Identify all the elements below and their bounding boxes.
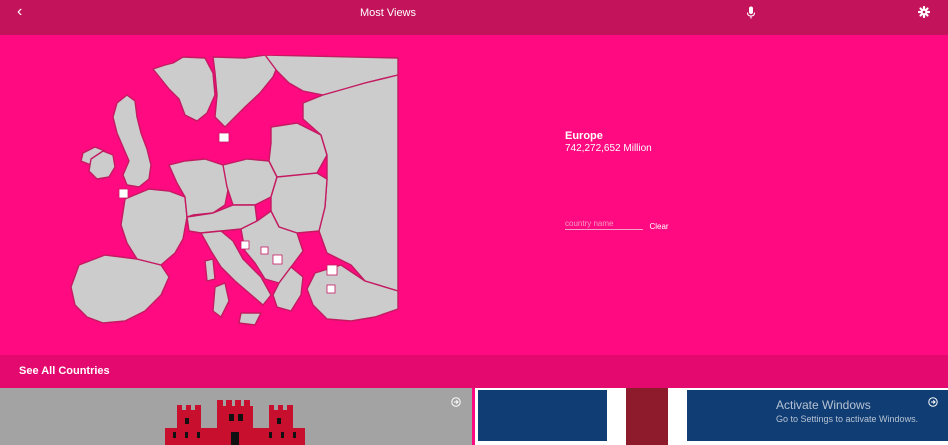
watermark-title: Activate Windows xyxy=(776,398,871,412)
top-app-bar: ‹ Most Views xyxy=(0,0,948,35)
see-all-countries-bar[interactable]: See All Countries xyxy=(0,355,948,388)
clear-button[interactable]: Clear xyxy=(649,222,668,231)
arrow-right-circle-icon[interactable] xyxy=(451,397,461,407)
microphone-icon[interactable] xyxy=(745,6,757,20)
page-title: Most Views xyxy=(359,7,417,19)
country-search-input[interactable] xyxy=(565,219,643,230)
region-population: 742,272,652 Million xyxy=(565,143,652,154)
region-info: Europe 742,272,652 Million xyxy=(565,130,652,154)
region-name: Europe xyxy=(565,130,603,142)
map-panel: Europe 742,272,652 Million Clear xyxy=(0,35,948,355)
watermark-subtitle: Go to Settings to activate Windows. xyxy=(776,414,919,424)
gear-icon[interactable] xyxy=(918,6,930,18)
country-card-gibraltar[interactable] xyxy=(0,388,472,445)
country-search: Clear xyxy=(565,213,669,231)
activate-windows-watermark: Activate Windows Go to Settings to activ… xyxy=(776,398,918,424)
see-all-countries-label: See All Countries xyxy=(19,365,110,377)
gibraltar-flag-image xyxy=(165,400,305,445)
arrow-right-circle-icon[interactable] xyxy=(928,397,938,407)
europe-map[interactable] xyxy=(65,55,405,335)
